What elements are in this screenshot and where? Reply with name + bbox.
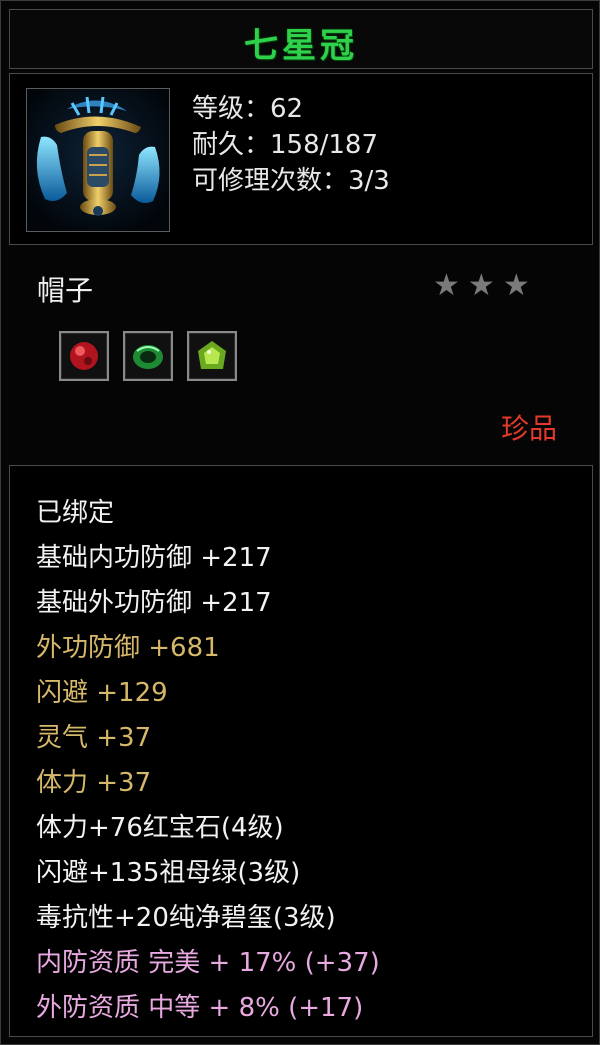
attr-line: 闪避+135祖母绿(3级) [36,858,301,888]
attr-line: 体力+76红宝石(4级) [36,813,284,843]
star-rating: ★ ★ ★ [433,271,530,301]
attr-line: 基础外功防御 +217 [36,588,272,618]
durability-stat: 耐久：158/187 [192,130,379,160]
item-header-panel: 等级：62 耐久：158/187 可修理次数：3/3 [9,73,593,245]
repair-count-stat: 可修理次数：3/3 [192,166,390,196]
attr-line: 内防资质 完美 + 17% (+37) [36,948,380,978]
attr-line: 闪避 +129 [36,678,168,708]
attributes-panel: 已绑定 基础内功防御 +217 基础外功防御 +217 外功防御 +681 闪避… [9,465,593,1037]
rarity-label: 珍品 [500,412,557,445]
attr-line: 外防资质 中等 + 8% (+17) [36,993,364,1023]
item-type: 帽子 [37,274,94,307]
star-icon: ★ [433,268,460,303]
star-icon: ★ [502,268,530,303]
attr-line: 灵气 +37 [36,723,152,753]
attr-line: 已绑定 [36,498,115,528]
crown-icon [26,88,170,232]
attr-line: 基础内功防御 +217 [36,543,272,573]
attr-line: 外功防御 +681 [36,633,220,663]
attr-line: 体力 +37 [36,768,152,798]
jade-gem-icon[interactable] [187,331,237,381]
ruby-gem-icon[interactable] [59,331,109,381]
gem-sockets [59,331,237,381]
item-name: 七星冠 [244,26,358,66]
star-icon: ★ [467,268,495,303]
item-tooltip: 七星冠 等级：62 耐久：158/187 可修理次数：3/3 帽子 ★ ★ ★ … [0,0,600,1045]
level-stat: 等级：62 [192,94,304,124]
emerald-gem-icon[interactable] [123,331,173,381]
attr-line: 毒抗性+20纯净碧玺(3级) [36,903,336,933]
title-bar: 七星冠 [9,9,593,69]
item-info-section: 帽子 ★ ★ ★ 珍品 [9,251,591,457]
